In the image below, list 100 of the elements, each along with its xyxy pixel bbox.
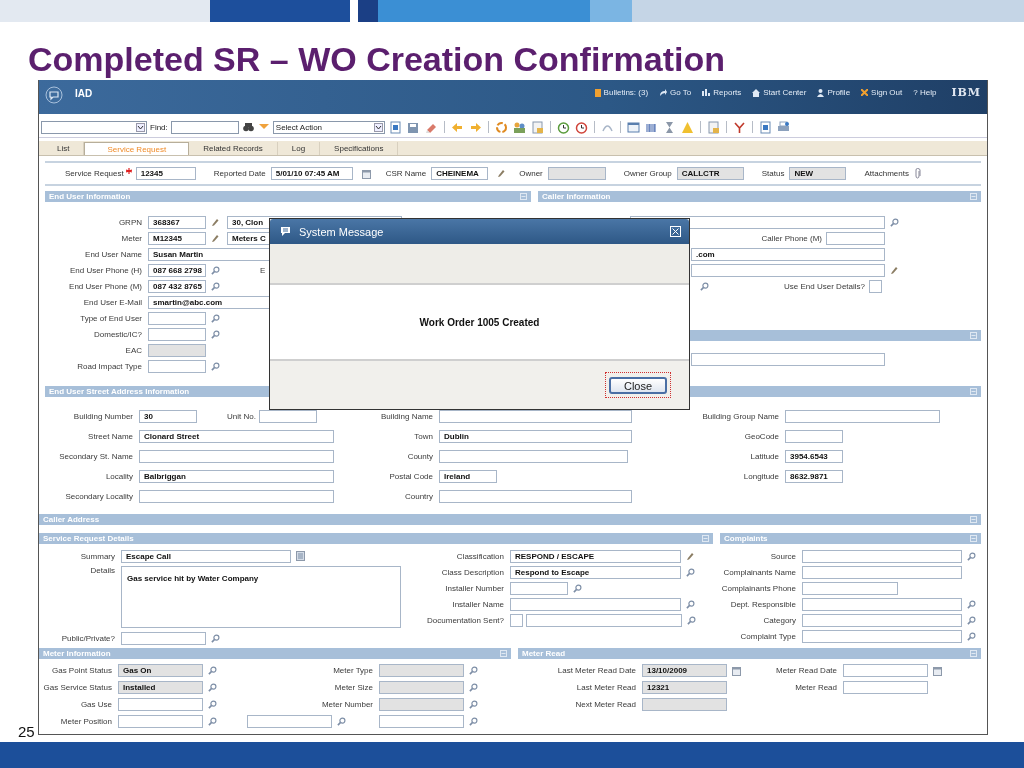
input-field[interactable] <box>826 231 885 245</box>
input-field[interactable] <box>148 343 206 357</box>
header-link[interactable]: Start Center <box>763 88 807 97</box>
input-field[interactable]: 3954.6543 <box>785 449 843 463</box>
input-field[interactable] <box>379 664 464 677</box>
people-icon[interactable] <box>512 120 526 134</box>
save-icon[interactable] <box>406 120 420 134</box>
pencil-icon[interactable] <box>890 265 898 275</box>
search-icon[interactable] <box>700 281 709 291</box>
search-icon[interactable] <box>211 633 220 643</box>
collapse-icon[interactable] <box>702 535 709 542</box>
clock-icon[interactable] <box>574 120 588 134</box>
document-icon[interactable] <box>388 120 402 134</box>
close-icon[interactable] <box>670 226 681 237</box>
input-field[interactable]: 8632.9871 <box>785 469 843 483</box>
input-field[interactable]: M12345 <box>148 231 206 245</box>
collapse-icon[interactable] <box>970 535 977 542</box>
input-field[interactable] <box>379 681 464 694</box>
input-field[interactable] <box>439 489 632 503</box>
input-field[interactable]: 5/01/10 07:45 AM <box>270 167 353 180</box>
checkbox[interactable] <box>510 613 523 627</box>
input-field[interactable] <box>843 664 928 677</box>
input-field[interactable]: Installed <box>118 681 203 694</box>
search-icon[interactable] <box>208 666 217 675</box>
window-icon[interactable] <box>626 120 640 134</box>
text-area[interactable]: Gas service hit by Water Company <box>121 566 401 628</box>
input-field[interactable] <box>785 409 940 423</box>
search-icon[interactable] <box>573 583 582 593</box>
search-icon[interactable] <box>211 329 220 339</box>
input-field[interactable]: Respond to Escape <box>510 565 681 579</box>
pencil-icon[interactable] <box>497 169 506 178</box>
collapse-icon[interactable] <box>970 388 977 395</box>
collapse-icon[interactable] <box>970 332 977 339</box>
input-field[interactable]: Balbriggan <box>139 469 334 483</box>
printer-icon[interactable] <box>776 120 790 134</box>
input-field[interactable]: 087 432 8765 <box>148 279 206 293</box>
search-icon[interactable] <box>337 717 346 726</box>
input-field[interactable] <box>379 698 464 711</box>
search-icon[interactable] <box>686 599 695 609</box>
input-field[interactable]: Clonard Street <box>139 429 334 443</box>
document-icon[interactable] <box>758 120 772 134</box>
caret-icon[interactable] <box>136 122 145 132</box>
warning-icon[interactable] <box>680 120 694 134</box>
header-link[interactable]: ? Help <box>913 88 937 97</box>
input-field[interactable]: 368367 <box>148 215 206 229</box>
search-icon[interactable] <box>211 361 220 371</box>
caret-icon[interactable] <box>373 122 383 132</box>
input-field[interactable] <box>843 681 928 694</box>
input-field[interactable]: Escape Call <box>121 549 291 563</box>
collapse-icon[interactable] <box>970 516 977 523</box>
calendar-icon[interactable] <box>361 168 372 179</box>
input-field[interactable]: Dublin <box>439 429 632 443</box>
collapse-icon[interactable] <box>500 650 507 657</box>
search-icon[interactable] <box>211 313 220 323</box>
input-field[interactable] <box>785 429 843 443</box>
input-field[interactable] <box>148 311 206 325</box>
search-icon[interactable] <box>967 599 976 609</box>
arrow-left-icon[interactable] <box>450 120 464 134</box>
search-icon[interactable] <box>469 683 478 692</box>
close-button[interactable]: Close <box>609 377 667 394</box>
collapse-icon[interactable] <box>520 193 527 200</box>
pencil-icon[interactable] <box>686 551 694 561</box>
report-icon[interactable] <box>706 120 720 134</box>
fork-icon[interactable] <box>732 120 746 134</box>
input-field[interactable]: 087 668 2798 <box>148 263 206 277</box>
header-link[interactable]: Go To <box>670 88 692 97</box>
search-icon[interactable] <box>469 666 478 675</box>
header-link[interactable]: Bulletins: (3) <box>603 88 649 97</box>
input-field[interactable] <box>802 581 898 595</box>
calendar-icon[interactable] <box>933 665 943 676</box>
input-field[interactable] <box>691 352 885 366</box>
input-field[interactable] <box>148 327 206 341</box>
document-icon[interactable] <box>296 551 305 561</box>
input-field[interactable] <box>802 629 962 643</box>
search-icon[interactable] <box>469 700 478 709</box>
search-icon[interactable] <box>208 700 217 709</box>
input-field[interactable] <box>118 698 203 711</box>
binoculars-icon[interactable] <box>242 122 254 132</box>
input-field[interactable]: RESPOND / ESCAPE <box>510 549 681 563</box>
refresh-icon[interactable] <box>494 120 508 134</box>
search-icon[interactable] <box>211 265 220 275</box>
input-field[interactable]: 13/10/2009 <box>642 664 727 677</box>
input-field[interactable] <box>802 597 962 611</box>
search-icon[interactable] <box>967 631 976 641</box>
collapse-icon[interactable] <box>970 193 977 200</box>
calendar-icon[interactable] <box>732 665 742 676</box>
tab[interactable]: Related Records <box>189 142 278 155</box>
search-icon[interactable] <box>469 717 478 726</box>
input-field[interactable] <box>510 581 568 595</box>
input-field[interactable] <box>802 549 962 563</box>
action-dropdown[interactable]: Select Action <box>272 120 385 134</box>
header-link[interactable]: Reports <box>713 88 742 97</box>
collapse-icon[interactable] <box>970 650 977 657</box>
input-field[interactable] <box>802 565 962 579</box>
input-field[interactable]: Ireland <box>439 469 497 483</box>
input-field[interactable] <box>802 613 962 627</box>
input-field[interactable] <box>642 698 727 711</box>
input-field[interactable]: CALLCTR <box>676 167 744 180</box>
input-field[interactable]: CHEINEMA <box>431 167 489 180</box>
header-link[interactable]: Profile <box>827 88 851 97</box>
